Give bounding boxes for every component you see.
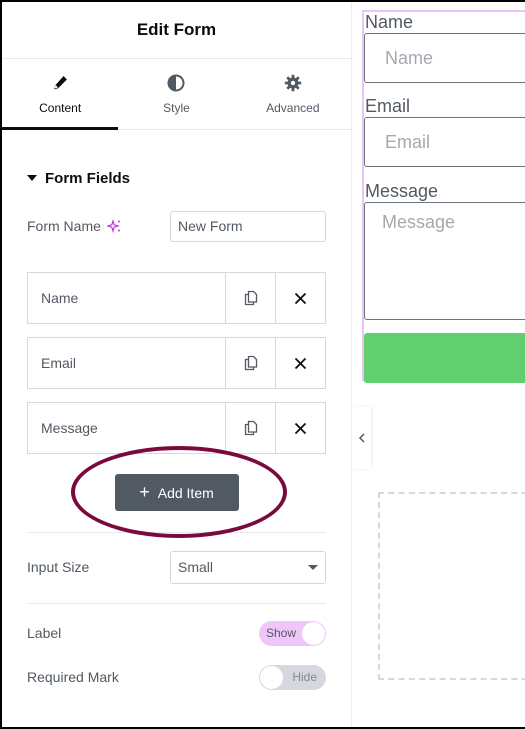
ai-sparkle-icon[interactable] bbox=[105, 219, 121, 233]
divider bbox=[27, 532, 326, 533]
required-mark-control: Required Mark Hide bbox=[27, 664, 326, 690]
add-item-label: Add Item bbox=[157, 484, 214, 501]
switch-knob bbox=[302, 621, 325, 645]
input-size-value: Small bbox=[178, 559, 214, 575]
copy-icon bbox=[244, 420, 257, 436]
form-name-control: Form Name New Form bbox=[27, 210, 326, 242]
label-switch[interactable]: Show bbox=[259, 620, 326, 646]
email-field[interactable]: Email bbox=[364, 117, 525, 167]
close-icon bbox=[294, 292, 307, 304]
copy-icon bbox=[244, 355, 257, 371]
form-name-label-wrap: Form Name bbox=[27, 218, 121, 234]
field-label: Email bbox=[365, 96, 411, 116]
tab-advanced[interactable]: Advanced bbox=[235, 59, 351, 129]
repeater-item: Email bbox=[27, 337, 326, 389]
caret-down-icon bbox=[27, 175, 37, 181]
preview-canvas: Name Name Email Email Message Message bbox=[353, 2, 525, 727]
form-fields-section: Form Fields Form Name New Form Name Emai… bbox=[2, 152, 351, 690]
required-mark-label: Required Mark bbox=[27, 669, 119, 685]
panel-tabs: Content Style Advanced bbox=[2, 59, 351, 130]
section-toggle[interactable]: Form Fields bbox=[27, 152, 326, 204]
half-circle-icon bbox=[166, 73, 186, 93]
panel-header: Edit Form bbox=[2, 2, 351, 59]
add-item-wrap: + Add Item bbox=[27, 446, 326, 538]
duplicate-button[interactable] bbox=[225, 273, 275, 323]
section-title: Form Fields bbox=[45, 169, 131, 187]
repeater-item: Name bbox=[27, 272, 326, 324]
input-size-control: Input Size Small bbox=[27, 550, 326, 584]
repeater-item-title[interactable]: Message bbox=[28, 403, 225, 453]
input-size-select[interactable]: Small bbox=[170, 550, 326, 584]
pencil-icon bbox=[50, 73, 70, 93]
remove-button[interactable] bbox=[275, 273, 325, 323]
remove-button[interactable] bbox=[275, 338, 325, 388]
panel-title: Edit Form bbox=[136, 20, 217, 39]
form-name-label: Form Name bbox=[27, 218, 101, 234]
add-item-button[interactable]: + Add Item bbox=[114, 474, 239, 511]
divider bbox=[27, 603, 326, 604]
editor-window: Edit Form Content Style Advanced Form Fi… bbox=[2, 2, 525, 727]
tab-label: Style bbox=[163, 101, 190, 115]
editor-panel: Edit Form Content Style Advanced Form Fi… bbox=[2, 2, 352, 727]
duplicate-button[interactable] bbox=[225, 403, 275, 453]
form-widget[interactable]: Name Name Email Email Message Message bbox=[362, 10, 525, 383]
required-mark-switch[interactable]: Hide bbox=[259, 664, 326, 690]
gear-icon bbox=[283, 73, 303, 93]
repeater-item-title[interactable]: Name bbox=[28, 273, 225, 323]
tab-label: Content bbox=[39, 101, 82, 115]
switch-state: Show bbox=[266, 626, 297, 640]
message-field[interactable]: Message bbox=[364, 202, 525, 320]
repeater-item: Message bbox=[27, 402, 326, 454]
chevron-left-icon bbox=[358, 433, 365, 443]
chevron-down-icon bbox=[308, 564, 318, 570]
close-icon bbox=[294, 357, 307, 369]
input-size-label: Input Size bbox=[27, 559, 90, 575]
copy-icon bbox=[244, 290, 257, 306]
name-field[interactable]: Name bbox=[364, 33, 525, 83]
tab-label: Advanced bbox=[266, 101, 320, 115]
form-fields-repeater: Name Email Message bbox=[27, 272, 326, 454]
empty-section-dropzone[interactable] bbox=[378, 492, 525, 680]
label-control: Label Show bbox=[27, 620, 326, 646]
collapse-panel-button[interactable] bbox=[353, 407, 371, 469]
remove-button[interactable] bbox=[275, 403, 325, 453]
plus-icon: + bbox=[139, 481, 150, 502]
field-label: Name bbox=[365, 12, 414, 32]
tab-content[interactable]: Content bbox=[2, 59, 119, 130]
label-toggle-label: Label bbox=[27, 625, 62, 641]
switch-state: Hide bbox=[292, 670, 317, 684]
submit-button[interactable] bbox=[364, 333, 525, 383]
duplicate-button[interactable] bbox=[225, 338, 275, 388]
form-name-input[interactable]: New Form bbox=[170, 210, 326, 242]
close-icon bbox=[294, 422, 307, 434]
field-label: Message bbox=[365, 181, 439, 201]
switch-knob bbox=[260, 665, 283, 689]
repeater-item-title[interactable]: Email bbox=[28, 338, 225, 388]
tab-style[interactable]: Style bbox=[118, 59, 234, 129]
